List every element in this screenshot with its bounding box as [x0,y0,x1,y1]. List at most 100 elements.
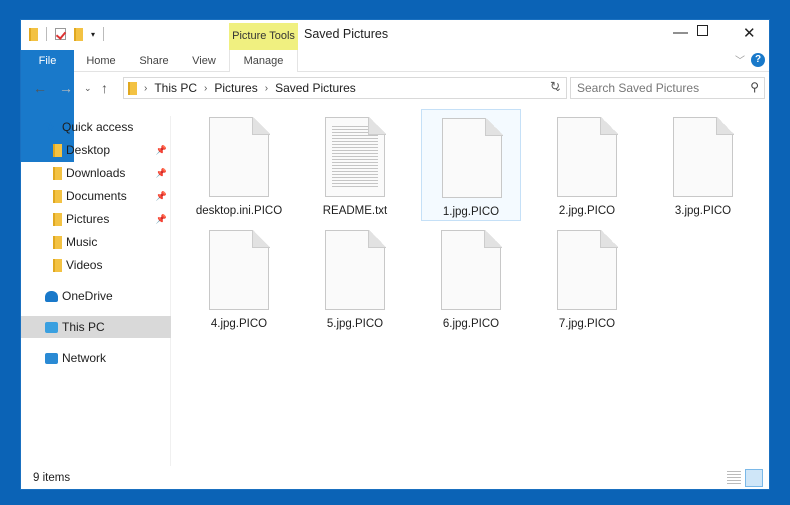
chevron-right-icon: › [264,82,269,94]
file-name: 6.jpg.PICO [442,318,500,330]
navigation-pane: ★ Quick access Desktop 📌 Downloads 📌 Documents… [21,116,171,466]
new-folder-icon[interactable] [74,27,83,41]
divider [103,27,105,41]
file-name: 3.jpg.PICO [674,205,732,217]
search-icon: ⚲ [750,80,759,94]
file-item[interactable]: 5.jpg.PICO [305,222,405,334]
page-corner-icon [252,230,270,248]
quick-access-toolbar: ▾ [29,27,105,41]
file-item[interactable]: 4.jpg.PICO [189,222,289,334]
page-corner-icon [484,230,502,248]
page-corner-icon [716,117,734,135]
file-name: 4.jpg.PICO [210,318,268,330]
sidebar-item-label: Quick access [62,120,134,134]
network-icon [45,352,58,364]
help-icon[interactable]: ? [751,53,765,67]
divider [46,27,47,41]
sidebar-item-label: Music [66,235,98,249]
tab-manage[interactable]: Manage [229,50,298,72]
file-name: desktop.ini.PICO [195,205,283,217]
sidebar-item-desktop[interactable]: Desktop 📌 [21,139,171,161]
pin-icon[interactable]: 📌 [156,185,167,207]
breadcrumb-saved-pictures[interactable]: Saved Pictures [275,81,356,95]
maximize-button[interactable] [697,25,708,36]
navigation-bar: ← → ⌄ ↑ › This PC › Pictures › Saved Pic… [21,77,769,101]
file-item[interactable]: 1.jpg.PICO [421,109,521,221]
sidebar-item-pictures[interactable]: Pictures 📌 [21,208,171,230]
search-input[interactable]: Search Saved Pictures [570,77,765,99]
pictures-folder-icon [53,212,62,226]
details-view-button[interactable] [727,471,741,485]
folder-icon [29,27,38,41]
expand-ribbon-icon[interactable]: ﹀ [735,52,745,67]
sidebar-item-videos[interactable]: Videos [21,254,171,276]
tab-share[interactable]: Share [134,50,174,72]
status-bar: 9 items [21,467,769,489]
up-button[interactable]: ↑ [101,80,108,96]
properties-icon[interactable] [55,28,66,40]
sidebar-item-this-pc[interactable]: This PC [21,316,171,338]
address-bar[interactable]: › This PC › Pictures › Saved Pictures ⌄ [123,77,567,99]
file-name: 1.jpg.PICO [442,206,500,218]
back-button[interactable]: ← [33,80,47,96]
pin-icon[interactable]: 📌 [156,208,167,230]
file-name: 2.jpg.PICO [558,205,616,217]
pin-icon[interactable]: 📌 [156,162,167,184]
page-corner-icon [252,117,270,135]
forward-button[interactable]: → [59,80,73,96]
chevron-right-icon: › [144,82,148,94]
sidebar-item-label: OneDrive [62,289,113,303]
file-item[interactable]: 2.jpg.PICO [537,109,637,221]
computer-icon [45,321,58,333]
page-corner-icon [600,230,618,248]
sidebar-item-label: Network [62,351,107,365]
file-item[interactable]: desktop.ini.PICO [189,109,289,221]
file-item[interactable]: 7.jpg.PICO [537,222,637,334]
file-name: 5.jpg.PICO [326,318,384,330]
sidebar-item-quick-access[interactable]: ★ Quick access [21,116,171,138]
sidebar-item-network[interactable]: Network [21,347,171,369]
sidebar-item-downloads[interactable]: Downloads 📌 [21,162,171,184]
star-icon: ★ [45,120,56,134]
page-corner-icon [368,230,386,248]
sidebar-item-label: Pictures [66,212,110,226]
sidebar-item-label: This PC [62,320,105,334]
breadcrumb-pictures[interactable]: Pictures [214,81,257,95]
file-list: desktop.ini.PICO README.txt 1.jpg.PICO 2.jp… [173,108,769,468]
file-item[interactable]: README.txt [305,109,405,221]
folder-icon [128,81,137,95]
tab-view[interactable]: View [184,50,224,72]
tab-home[interactable]: Home [81,50,121,72]
file-item[interactable]: 3.jpg.PICO [653,109,753,221]
sidebar-item-onedrive[interactable]: OneDrive [21,285,171,307]
file-name: README.txt [322,205,388,217]
window-title: Saved Pictures [304,27,389,41]
large-icons-view-button[interactable] [745,469,763,487]
breadcrumb-this-pc[interactable]: This PC [154,81,197,95]
ribbon-tabs: File Home Share View Manage [21,50,769,162]
file-name: 7.jpg.PICO [558,318,616,330]
sidebar-item-music[interactable]: Music [21,231,171,253]
title-bar: ▾ Picture Tools Saved Pictures — ✕ [21,20,769,50]
sidebar-item-label: Documents [66,189,127,203]
pin-icon[interactable]: 📌 [156,139,167,161]
sidebar-item-label: Videos [66,258,103,272]
page-corner-icon [485,118,503,136]
picture-tools-label: Picture Tools [229,23,298,50]
recent-locations-button[interactable]: ⌄ [84,83,92,94]
sidebar-item-documents[interactable]: Documents 📌 [21,185,171,207]
item-count: 9 items [33,472,71,484]
documents-folder-icon [53,189,62,203]
page-corner-icon [368,117,386,135]
videos-folder-icon [53,258,62,272]
close-button[interactable]: ✕ [743,24,756,42]
music-folder-icon [53,235,62,249]
file-item[interactable]: 6.jpg.PICO [421,222,521,334]
customize-dropdown-icon[interactable]: ▾ [91,30,95,39]
cloud-icon [45,290,58,302]
downloads-folder-icon [53,166,62,180]
minimize-button[interactable]: — [673,24,688,41]
sidebar-item-label: Desktop [66,143,111,157]
sidebar-item-label: Downloads [66,166,126,180]
refresh-icon[interactable]: ↻ [550,79,560,93]
